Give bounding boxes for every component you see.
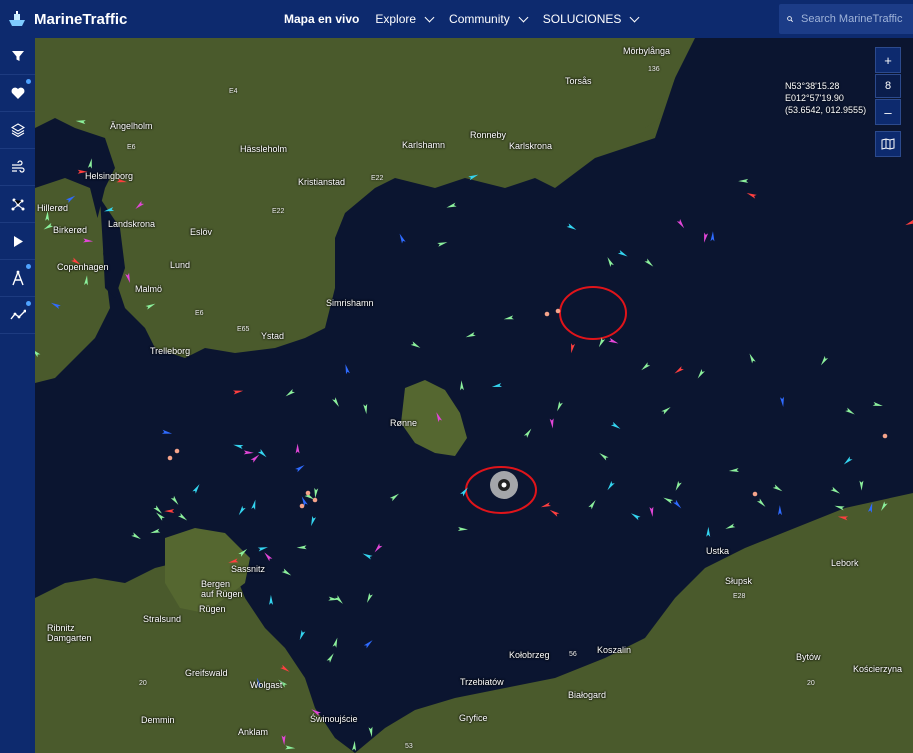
- map-canvas[interactable]: Mörbylånga Torsås Ängelholm Hässleholm K…: [35, 38, 913, 753]
- weather-button[interactable]: [0, 149, 35, 186]
- road-label: E6: [195, 310, 204, 317]
- main-nav: Mapa en vivo Explore Community SOLUCIONE…: [284, 0, 640, 38]
- stationary-vessel-marker[interactable]: [544, 311, 550, 317]
- layers-icon: [10, 123, 25, 137]
- road-label: 136: [648, 66, 660, 73]
- search-input[interactable]: [799, 12, 913, 26]
- nav-live-map-label: Mapa en vivo: [284, 12, 360, 26]
- play-icon: [13, 235, 23, 247]
- analytics-button[interactable]: [0, 297, 35, 334]
- wind-icon: [11, 160, 25, 173]
- road-label: E6: [127, 144, 136, 151]
- nav-community-label: Community: [449, 12, 510, 26]
- layers-button[interactable]: [0, 112, 35, 149]
- top-bar: MarineTraffic Mapa en vivo Explore Commu…: [0, 0, 913, 38]
- ship-logo-icon: [9, 11, 25, 26]
- playback-button[interactable]: [0, 223, 35, 260]
- nav-solutions[interactable]: SOLUCIONES: [542, 12, 640, 26]
- brand-name: MarineTraffic: [34, 10, 128, 28]
- road-label: 20: [807, 680, 815, 687]
- road-label: E28: [733, 593, 746, 600]
- zoom-control: + 8 –: [875, 47, 901, 126]
- stationary-vessel-marker[interactable]: [299, 503, 305, 509]
- stationary-vessel-marker[interactable]: [312, 497, 318, 503]
- nav-live-map[interactable]: Mapa en vivo: [284, 12, 359, 26]
- analytics-icon: [9, 309, 26, 320]
- brand[interactable]: MarineTraffic: [0, 0, 127, 38]
- coordinate-longitude: E012°57'19.90: [785, 93, 844, 103]
- premium-dot-icon: [26, 79, 31, 84]
- nav-solutions-label: SOLUCIONES: [542, 12, 622, 26]
- sidebar: [0, 38, 35, 753]
- road-label: E22: [272, 208, 285, 215]
- nav-explore[interactable]: Explore: [375, 12, 435, 26]
- zoom-in-button[interactable]: +: [875, 47, 901, 73]
- chevron-down-icon: [629, 12, 640, 23]
- routes-button[interactable]: [0, 186, 35, 223]
- measure-icon: [11, 270, 24, 286]
- filter-icon: [11, 51, 24, 61]
- premium-dot-icon: [26, 264, 31, 269]
- map-surface: [35, 38, 913, 753]
- nav-explore-label: Explore: [375, 12, 417, 26]
- search-box[interactable]: [779, 4, 913, 34]
- coordinate-latitude: N53°38'15.28: [785, 81, 840, 91]
- chevron-down-icon: [424, 12, 435, 23]
- selected-vessel-dot: [501, 482, 507, 488]
- road-label: E65: [237, 326, 250, 333]
- heart-icon: [11, 87, 24, 99]
- map-icon: [881, 138, 895, 150]
- stationary-vessel-marker[interactable]: [555, 308, 561, 314]
- stationary-vessel-marker[interactable]: [305, 490, 311, 496]
- road-label: E22: [371, 175, 384, 182]
- road-label: E4: [229, 88, 238, 95]
- map-style-button[interactable]: [875, 131, 901, 157]
- measure-button[interactable]: [0, 260, 35, 297]
- filter-button[interactable]: [0, 38, 35, 75]
- premium-dot-icon: [26, 301, 31, 306]
- chevron-down-icon: [518, 12, 529, 23]
- road-label: 53: [405, 743, 413, 750]
- stationary-vessel-marker[interactable]: [752, 491, 758, 497]
- routes-icon: [11, 198, 24, 211]
- stationary-vessel-marker[interactable]: [174, 448, 180, 454]
- road-label: 56: [569, 651, 577, 658]
- favorites-button[interactable]: [0, 75, 35, 112]
- coordinate-decimal: (53.6542, 012.9555): [785, 105, 867, 115]
- nav-community[interactable]: Community: [449, 12, 529, 26]
- stationary-vessel-marker[interactable]: [167, 455, 173, 461]
- stationary-vessel-marker[interactable]: [882, 433, 888, 439]
- zoom-out-button[interactable]: –: [875, 99, 901, 125]
- road-label: 20: [139, 680, 147, 687]
- coordinate-readout: N53°38'15.28 E012°57'19.90 (53.6542, 012…: [785, 80, 866, 116]
- search-icon: [787, 16, 793, 22]
- zoom-level: 8: [875, 74, 901, 98]
